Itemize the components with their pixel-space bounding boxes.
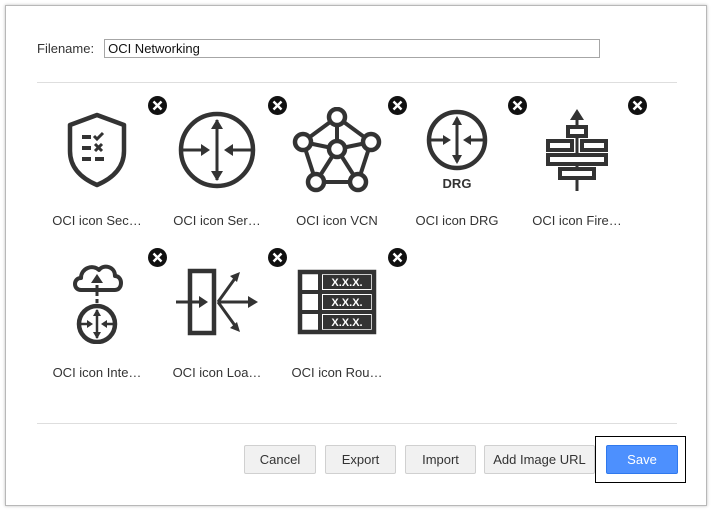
icon-tile[interactable]: X.X.X. X.X.X. X.X.X. OCI icon Rou…	[277, 240, 407, 388]
icon-tile[interactable]: OCI icon Fire…	[517, 88, 647, 236]
divider-top	[37, 82, 677, 83]
route-table-icon: X.X.X. X.X.X. X.X.X.	[297, 269, 377, 335]
icon-tile[interactable]: OCI icon Loa…	[157, 240, 287, 388]
divider-bottom	[37, 423, 677, 424]
import-button[interactable]: Import	[405, 445, 476, 474]
load-balancer-icon	[176, 268, 258, 336]
filename-input[interactable]	[104, 38, 601, 58]
icon-label: OCI icon Fire…	[532, 213, 622, 228]
icon-tile[interactable]: OCI icon VCN	[277, 88, 407, 236]
save-button[interactable]: Save	[606, 445, 678, 474]
icon-label: OCI icon VCN	[296, 213, 378, 228]
image-library-dialog: Filename: OCI icon Sec…	[5, 5, 707, 506]
route-cell-text: X.X.X.	[331, 297, 362, 309]
add-image-url-button[interactable]: Add Image URL	[484, 445, 595, 474]
service-gateway-icon	[178, 111, 256, 189]
internet-gateway-icon	[73, 264, 123, 344]
remove-icon[interactable]	[388, 248, 407, 267]
icon-tile[interactable]: DRG OCI icon DRG	[397, 88, 527, 236]
remove-icon[interactable]	[628, 96, 647, 115]
filename-label: Filename:	[37, 40, 95, 56]
security-list-icon	[67, 112, 127, 188]
icon-grid: OCI icon Sec… OCI icon Ser… OCI icon VCN…	[37, 88, 677, 388]
icon-label: OCI icon Sec…	[52, 213, 142, 228]
vcn-icon	[292, 107, 382, 193]
icon-tile[interactable]: OCI icon Inte…	[37, 240, 167, 388]
icon-label: OCI icon Inte…	[52, 365, 142, 380]
icon-label: OCI icon DRG	[415, 213, 499, 228]
icon-label: OCI icon Rou…	[291, 365, 383, 380]
drg-icon: DRG	[426, 109, 488, 191]
cancel-button[interactable]: Cancel	[244, 445, 316, 474]
icon-tile[interactable]: OCI icon Sec…	[37, 88, 167, 236]
export-button[interactable]: Export	[325, 445, 396, 474]
route-cell-text: X.X.X.	[331, 277, 362, 289]
filename-row: Filename:	[37, 37, 601, 59]
icon-label: OCI icon Ser…	[173, 213, 261, 228]
icon-tile[interactable]: OCI icon Ser…	[157, 88, 287, 236]
route-cell-text: X.X.X.	[331, 317, 362, 329]
icon-label: OCI icon Loa…	[172, 365, 262, 380]
drg-badge-text: DRG	[443, 176, 472, 191]
firewall-icon	[546, 109, 608, 191]
